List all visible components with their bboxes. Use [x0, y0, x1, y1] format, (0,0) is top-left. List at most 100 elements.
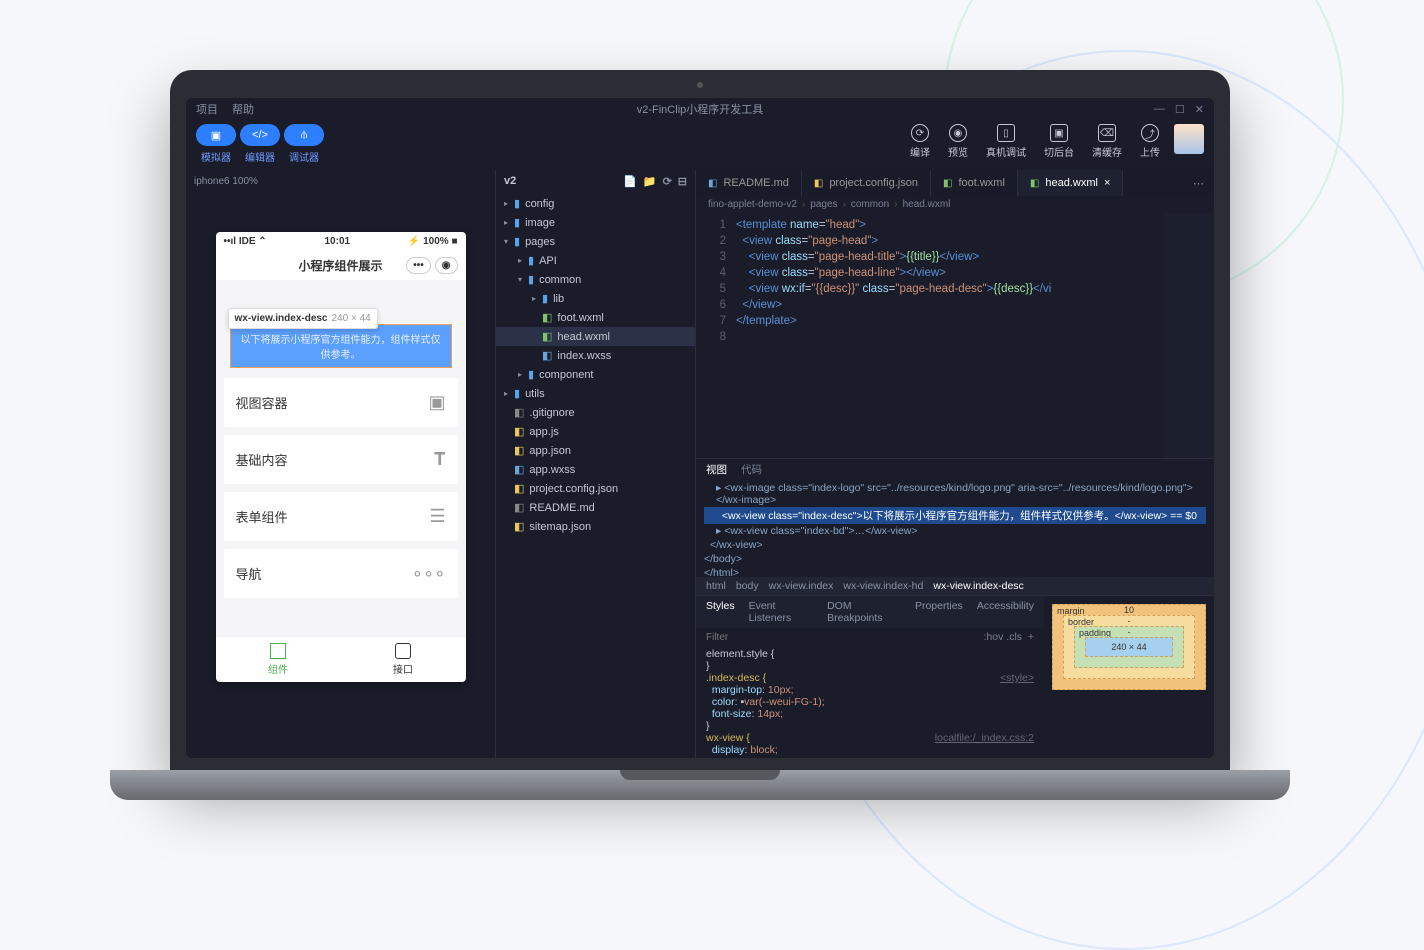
- crumb-item[interactable]: wx-view.index: [769, 580, 834, 592]
- devtools-tab-code[interactable]: 代码: [741, 462, 762, 477]
- file-item[interactable]: ◧app.json: [496, 441, 695, 460]
- elements-tree[interactable]: ▸ <wx-image class="index-logo" src="../r…: [696, 479, 1214, 577]
- element-inspector-tooltip: wx-view.index-desc240 × 44: [228, 308, 378, 329]
- hov-toggle[interactable]: :hov .cls: [984, 631, 1023, 643]
- status-time: 10:01: [324, 236, 350, 247]
- folder-item[interactable]: ▸▮config: [496, 194, 695, 213]
- folder-item[interactable]: ▸▮lib: [496, 289, 695, 308]
- capsule-more[interactable]: •••: [406, 257, 431, 274]
- folder-item[interactable]: ▾▮pages: [496, 232, 695, 251]
- user-avatar[interactable]: [1174, 124, 1204, 154]
- code-content[interactable]: <template name="head"> <view class="page…: [736, 213, 1164, 458]
- mode-debugger[interactable]: ⫛: [284, 124, 324, 146]
- breadcrumb: fino-applet-demo-v2›pages›common›head.wx…: [696, 196, 1214, 213]
- phone-simulator: ••ıl IDE ⌃ 10:01 ⚡ 100% ■ 小程序组件展示 ••• ◉ …: [216, 232, 466, 682]
- more-tabs-button[interactable]: ⋯: [1183, 177, 1214, 190]
- min-button[interactable]: —: [1154, 103, 1165, 116]
- devtools-tab-view[interactable]: 视图: [706, 462, 727, 477]
- file-item[interactable]: ◧project.config.json: [496, 479, 695, 498]
- code-editor[interactable]: 12345678 <template name="head"> <view cl…: [696, 213, 1214, 458]
- text-icon: 𝐓: [434, 449, 446, 470]
- window-title: v2-FinClip小程序开发工具: [637, 101, 764, 117]
- clear-cache-button[interactable]: ⌫清缓存: [1092, 124, 1122, 159]
- capsule-close[interactable]: ◉: [435, 257, 458, 274]
- compile-button[interactable]: ⟳编译: [910, 124, 930, 159]
- dots-icon: ∘∘∘: [412, 563, 446, 584]
- status-battery: ⚡ 100% ■: [408, 236, 458, 247]
- crumb-item[interactable]: body: [736, 580, 759, 592]
- laptop-frame: 项目 帮助 v2-FinClip小程序开发工具 — ☐ ✕ ▣ 模拟器 </> 编辑…: [170, 70, 1230, 800]
- category-item[interactable]: 表单组件☰: [224, 492, 458, 541]
- folder-item[interactable]: ▾▮common: [496, 270, 695, 289]
- minimap[interactable]: [1164, 213, 1214, 458]
- new-file-icon[interactable]: 📄: [623, 175, 637, 188]
- line-gutter: 12345678: [696, 213, 736, 458]
- tab-component[interactable]: 组件: [216, 637, 341, 682]
- remote-debug-button[interactable]: ▯真机调试: [986, 124, 1026, 159]
- upload-button[interactable]: ⤴上传: [1140, 124, 1160, 159]
- list-icon: ☰: [429, 506, 445, 527]
- app-window: 项目 帮助 v2-FinClip小程序开发工具 — ☐ ✕ ▣ 模拟器 </> 编辑…: [186, 98, 1214, 758]
- properties-tab[interactable]: Properties: [915, 600, 963, 624]
- mode-simulator[interactable]: ▣: [196, 124, 236, 146]
- file-item[interactable]: ◧head.wxml: [496, 327, 695, 346]
- editor-area: ◧README.md◧project.config.json◧foot.wxml…: [696, 170, 1214, 758]
- devtools: 视图 代码 ▸ <wx-image class="index-logo" src…: [696, 458, 1214, 758]
- max-button[interactable]: ☐: [1175, 103, 1185, 116]
- explorer-root[interactable]: v2: [504, 175, 516, 187]
- carrier-label: ••ıl IDE ⌃: [224, 236, 267, 247]
- file-tree: ▸▮config▸▮image▾▮pages▸▮API▾▮common▸▮lib…: [496, 192, 695, 758]
- mode-label: 调试器: [289, 149, 319, 164]
- file-explorer: v2 📄 📁 ⟳ ⊟ ▸▮config▸▮image▾▮pages▸▮API▾▮…: [496, 170, 696, 758]
- editor-tab[interactable]: ◧project.config.json: [802, 170, 931, 196]
- sim-device-info: iphone6 100%: [186, 170, 495, 192]
- crumb-item[interactable]: html: [706, 580, 726, 592]
- folder-item[interactable]: ▸▮utils: [496, 384, 695, 403]
- file-item[interactable]: ◧.gitignore: [496, 403, 695, 422]
- folder-item[interactable]: ▸▮component: [496, 365, 695, 384]
- event-listeners-tab[interactable]: Event Listeners: [749, 600, 814, 624]
- styles-filter-input[interactable]: [706, 631, 984, 643]
- accessibility-tab[interactable]: Accessibility: [977, 600, 1034, 624]
- css-rules[interactable]: element.style { } <style>.index-desc { m…: [696, 646, 1044, 758]
- highlighted-element: 以下将展示小程序官方组件能力，组件样式仅供参考。: [230, 324, 452, 368]
- crumb-item[interactable]: wx-view.index-desc: [933, 580, 1023, 592]
- folder-item[interactable]: ▸▮image: [496, 213, 695, 232]
- mode-label: 编辑器: [245, 149, 275, 164]
- qr-icon: [270, 643, 286, 659]
- file-item[interactable]: ◧foot.wxml: [496, 308, 695, 327]
- dom-breakpoints-tab[interactable]: DOM Breakpoints: [827, 600, 901, 624]
- menu-project[interactable]: 项目: [196, 101, 218, 117]
- menu-help[interactable]: 帮助: [232, 101, 254, 117]
- styles-panel: Styles Event Listeners DOM Breakpoints P…: [696, 596, 1044, 758]
- crumb-item[interactable]: wx-view.index-hd: [843, 580, 923, 592]
- folder-item[interactable]: ▸▮API: [496, 251, 695, 270]
- simulator-panel: iphone6 100% ••ıl IDE ⌃ 10:01 ⚡ 100% ■ 小…: [186, 170, 496, 758]
- mode-editor[interactable]: </>: [240, 124, 280, 146]
- tab-api[interactable]: 接口: [341, 637, 466, 682]
- editor-tab[interactable]: ◧foot.wxml: [931, 170, 1018, 196]
- file-item[interactable]: ◧README.md: [496, 498, 695, 517]
- editor-tab[interactable]: ◧head.wxml×: [1018, 170, 1123, 196]
- editor-tab[interactable]: ◧README.md: [696, 170, 802, 196]
- page-title: 小程序组件展示: [298, 257, 382, 274]
- camera-dot: [697, 82, 703, 88]
- box-model: margin10 border- padding- 240 × 44: [1044, 596, 1214, 758]
- elements-breadcrumb: html body wx-view.index wx-view.index-hd…: [696, 577, 1214, 595]
- background-button[interactable]: ▣切后台: [1044, 124, 1074, 159]
- file-item[interactable]: ◧app.js: [496, 422, 695, 441]
- refresh-icon[interactable]: ⟳: [663, 175, 672, 188]
- chip-icon: [395, 643, 411, 659]
- category-item[interactable]: 基础内容𝐓: [224, 435, 458, 484]
- styles-tab[interactable]: Styles: [706, 600, 735, 624]
- mode-label: 模拟器: [201, 149, 231, 164]
- new-folder-icon[interactable]: 📁: [643, 175, 657, 188]
- category-item[interactable]: 导航∘∘∘: [224, 549, 458, 598]
- close-button[interactable]: ✕: [1195, 103, 1204, 116]
- category-item[interactable]: 视图容器▣: [224, 378, 458, 427]
- collapse-icon[interactable]: ⊟: [678, 175, 687, 188]
- preview-button[interactable]: ◉预览: [948, 124, 968, 159]
- file-item[interactable]: ◧sitemap.json: [496, 517, 695, 536]
- file-item[interactable]: ◧index.wxss: [496, 346, 695, 365]
- file-item[interactable]: ◧app.wxss: [496, 460, 695, 479]
